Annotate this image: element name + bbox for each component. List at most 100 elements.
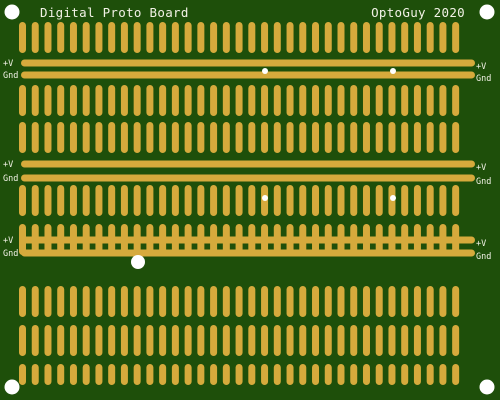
- pad-strip: [299, 85, 307, 116]
- pad-strip: [133, 85, 141, 116]
- pad-strip: [184, 22, 192, 53]
- board-credit: OptoGuy 2020: [371, 5, 465, 20]
- pad-strip: [108, 325, 116, 356]
- pad-strip: [286, 85, 294, 116]
- pad-strip: [133, 364, 141, 385]
- pad-strip: [197, 286, 205, 317]
- pad-strip: [401, 325, 409, 356]
- pad-strip: [324, 364, 332, 385]
- pad-strip: [159, 364, 167, 385]
- pad-strip: [401, 85, 409, 116]
- pad-strip: [350, 22, 358, 53]
- pad-strip: [133, 22, 141, 53]
- pad-strip: [235, 22, 243, 53]
- pad-strip: [452, 85, 460, 116]
- pad-strip: [184, 85, 192, 116]
- pad-strip: [146, 22, 154, 53]
- pad-strip: [19, 122, 26, 153]
- pad-strip: [362, 185, 370, 216]
- ground-rail: [21, 71, 475, 79]
- pad-strip: [146, 325, 154, 356]
- pad-strip: [401, 286, 409, 317]
- pad-strip: [82, 85, 90, 116]
- pad-strip: [375, 364, 383, 385]
- pad-strip: [44, 122, 52, 153]
- board-title: Digital Proto Board: [40, 5, 189, 20]
- pad-strip: [159, 122, 167, 153]
- pad-strip: [197, 325, 205, 356]
- pad-strip: [120, 325, 128, 356]
- pad-strip: [159, 22, 167, 53]
- pad-strip: [337, 286, 345, 317]
- pad-strip: [452, 22, 460, 53]
- pad-strip: [248, 364, 256, 385]
- pad-strip: [19, 185, 26, 216]
- pad-strip: [337, 185, 345, 216]
- pad-strip: [120, 85, 128, 116]
- pad-strip: [426, 325, 434, 356]
- pad-strip: [171, 22, 179, 53]
- pad-strip: [261, 122, 269, 153]
- pad-strip: [184, 286, 192, 317]
- pad-strip: [31, 22, 39, 53]
- pad-strip: [222, 286, 230, 317]
- pad-strip: [235, 122, 243, 153]
- pad-strip: [82, 364, 90, 385]
- pad-strip: [108, 364, 116, 385]
- pad-strip: [235, 325, 243, 356]
- power-rail-label-right: +V: [476, 163, 486, 173]
- pad-strip: [261, 325, 269, 356]
- pad-strip: [337, 325, 345, 356]
- mounting-hole: [131, 255, 145, 269]
- pad-strip: [312, 364, 320, 385]
- pad-strip: [82, 122, 90, 153]
- pad-strip: [286, 364, 294, 385]
- pad-strip: [299, 286, 307, 317]
- pad-strip: [19, 85, 26, 116]
- pad-strip: [44, 185, 52, 216]
- pad-strip: [413, 185, 421, 216]
- pad-strip: [69, 122, 77, 153]
- pad-strip: [312, 85, 320, 116]
- pad-strip: [82, 286, 90, 317]
- pad-strip: [133, 286, 141, 317]
- pad-strip: [184, 325, 192, 356]
- pad-strip: [69, 85, 77, 116]
- pad-strip: [31, 122, 39, 153]
- pad-strip: [222, 325, 230, 356]
- pad-strip: [261, 364, 269, 385]
- pad-strip: [426, 22, 434, 53]
- pad-strip: [299, 364, 307, 385]
- pad-strip: [197, 364, 205, 385]
- pad-strip: [426, 85, 434, 116]
- pad-strip: [197, 185, 205, 216]
- pad-strip: [375, 85, 383, 116]
- power-rail: [21, 160, 475, 168]
- pad-strip: [146, 364, 154, 385]
- pad-strip: [388, 122, 396, 153]
- pad-strip: [108, 85, 116, 116]
- pad-strip: [362, 85, 370, 116]
- pad-strip: [350, 85, 358, 116]
- pad-strip: [337, 364, 345, 385]
- pad-strip: [210, 364, 218, 385]
- power-rail-label-left: +V: [3, 160, 13, 170]
- pad-strip: [95, 85, 103, 116]
- pad-strip: [439, 85, 447, 116]
- pad-strip: [146, 185, 154, 216]
- pad-strip: [426, 364, 434, 385]
- pad-strip: [426, 185, 434, 216]
- pad-strip: [57, 85, 65, 116]
- pad-strip: [31, 85, 39, 116]
- pad-strip: [362, 122, 370, 153]
- pad-strip: [57, 325, 65, 356]
- pad-strip: [57, 22, 65, 53]
- pad-strip: [375, 22, 383, 53]
- pad-strip: [299, 185, 307, 216]
- pad-strip: [95, 122, 103, 153]
- pad-strip: [210, 22, 218, 53]
- pad-strip: [95, 286, 103, 317]
- pad-strip: [235, 286, 243, 317]
- power-rail-label-left: +V: [3, 59, 13, 69]
- pad-strip: [146, 85, 154, 116]
